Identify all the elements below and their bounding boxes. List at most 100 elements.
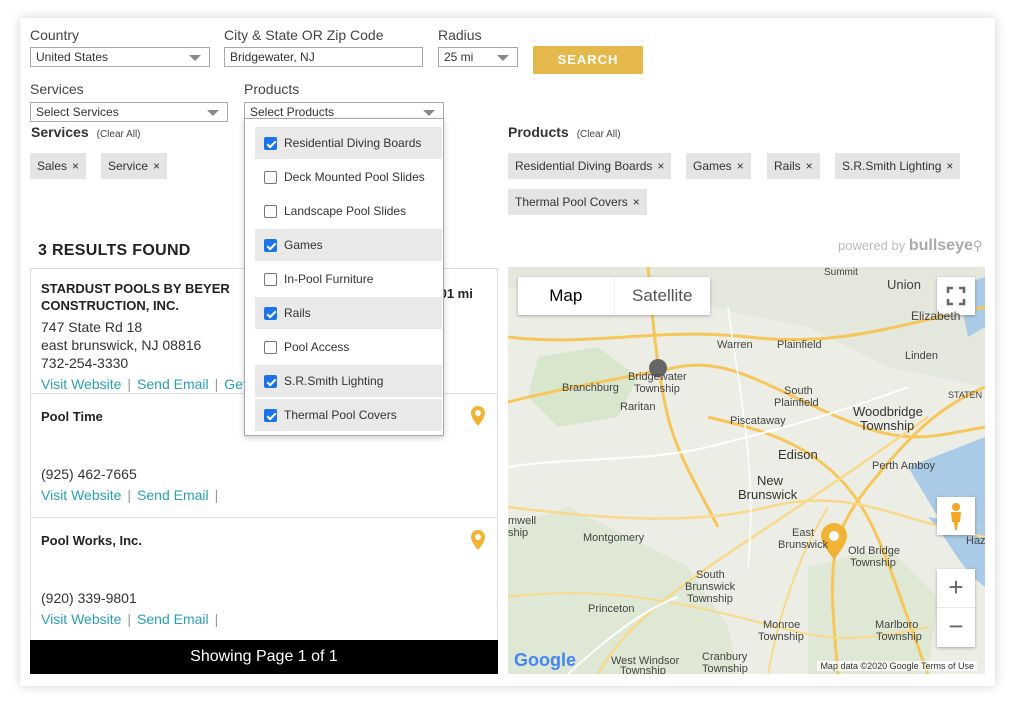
products-heading-text: Products <box>508 124 569 140</box>
visit-website-link[interactable]: Visit Website <box>41 487 121 503</box>
map-label: Hazl <box>966 535 985 547</box>
bullseye-logo: bullseye <box>908 237 973 254</box>
checkbox-checked[interactable] <box>264 307 277 320</box>
map-label: Plainfield <box>777 339 822 351</box>
send-email-link[interactable]: Send Email <box>137 611 209 627</box>
dropdown-option[interactable]: Rails <box>255 297 442 329</box>
chip-label: Thermal Pool Covers <box>515 195 628 209</box>
products-filter-heading: Products (Clear All) <box>508 124 621 140</box>
products-label: Products <box>244 81 300 97</box>
map-attribution[interactable]: Map data ©2020 Google Terms of Use <box>817 661 977 671</box>
checkbox-unchecked[interactable] <box>264 273 277 286</box>
phone: (925) 462-7665 <box>41 466 137 482</box>
map-label: Plainfield <box>774 397 819 409</box>
map-label: South <box>784 385 813 397</box>
send-email-link[interactable]: Send Email <box>137 487 209 503</box>
option-label: Games <box>284 238 323 252</box>
checkbox-checked[interactable] <box>264 409 277 422</box>
powered-by: powered by bullseye⚲ <box>838 237 982 255</box>
map-label: Raritan <box>620 401 656 413</box>
map-label: Summit <box>824 267 858 278</box>
map-label: New <box>757 473 784 488</box>
map-label: Township <box>850 557 896 569</box>
chevron-down-icon <box>207 110 219 116</box>
map-label: Brunswick <box>685 581 736 593</box>
location-name: STARDUST POOLS BY BEYER CONSTRUCTION, INC… <box>41 280 230 314</box>
visit-website-link[interactable]: Visit Website <box>41 611 121 627</box>
chip-thermal-pool-covers: Thermal Pool Covers × <box>508 189 647 215</box>
address-line-1: 747 State Rd 18 <box>41 319 143 335</box>
result-links: Visit Website | Send Email | <box>41 611 219 627</box>
map-pin-icon[interactable] <box>471 406 485 426</box>
map-pin-icon[interactable] <box>471 530 485 550</box>
services-heading-text: Services <box>31 124 89 140</box>
dropdown-option[interactable]: Thermal Pool Covers <box>255 399 442 431</box>
map-label: South <box>696 569 725 581</box>
checkbox-checked[interactable] <box>264 137 277 150</box>
google-logo: Google <box>514 650 576 671</box>
google-logo-text: Google <box>514 650 576 670</box>
services-clear-all[interactable]: (Clear All) <box>97 129 141 140</box>
checkbox-checked[interactable] <box>264 375 277 388</box>
map-label: Monroe <box>763 619 801 631</box>
map[interactable]: Map Satellite + − Union Elizabeth Summit… <box>508 267 985 674</box>
map-label: Brunswick <box>778 539 829 551</box>
zoom-out-button[interactable]: − <box>937 608 975 647</box>
dropdown-option[interactable]: Landscape Pool Slides <box>255 195 442 227</box>
map-label: Township <box>634 383 680 395</box>
street-view-button[interactable] <box>937 497 975 535</box>
search-button[interactable]: SEARCH <box>533 46 643 74</box>
city-input[interactable] <box>224 47 423 67</box>
remove-icon[interactable]: × <box>153 159 160 173</box>
remove-icon[interactable]: × <box>737 159 744 173</box>
list-item[interactable]: Pool Works, Inc. (920) 339-9801 Visit We… <box>31 518 497 642</box>
map-label: ship <box>508 527 529 539</box>
map-label: Township <box>687 593 733 605</box>
checkbox-checked[interactable] <box>264 239 277 252</box>
chip-srsmith-lighting: S.R.Smith Lighting × <box>835 153 961 179</box>
chevron-down-icon <box>423 110 435 116</box>
dropdown-option[interactable]: Deck Mounted Pool Slides <box>255 161 442 193</box>
radius-select[interactable]: 25 mi <box>438 47 518 67</box>
remove-icon[interactable]: × <box>806 159 813 173</box>
pagination-status: Showing Page 1 of 1 <box>30 640 498 674</box>
dropdown-option[interactable]: In-Pool Furniture <box>255 263 442 295</box>
map-label: Edison <box>778 447 818 462</box>
phone: 732-254-3330 <box>41 355 129 371</box>
option-label: Pool Access <box>284 340 350 354</box>
remove-icon[interactable]: × <box>72 159 79 173</box>
chip-rails: Rails × <box>767 153 820 179</box>
checkbox-unchecked[interactable] <box>264 205 277 218</box>
services-select[interactable]: Select Services <box>30 102 228 122</box>
radius-value: 25 mi <box>444 50 474 64</box>
remove-icon[interactable]: × <box>946 159 953 173</box>
remove-icon[interactable]: × <box>657 159 664 173</box>
dropdown-option[interactable]: Games <box>255 229 442 261</box>
map-type-satellite[interactable]: Satellite <box>615 277 711 315</box>
country-select[interactable]: United States <box>30 47 210 67</box>
visit-website-link[interactable]: Visit Website <box>41 376 121 392</box>
remove-icon[interactable]: × <box>633 195 640 209</box>
send-email-link[interactable]: Send Email <box>137 376 209 392</box>
products-clear-all[interactable]: (Clear All) <box>577 129 621 140</box>
checkbox-unchecked[interactable] <box>264 171 277 184</box>
dropdown-option[interactable]: Residential Diving Boards <box>255 127 442 159</box>
address-line-2: east brunswick, NJ 08816 <box>41 337 202 353</box>
checkbox-unchecked[interactable] <box>264 341 277 354</box>
dropdown-option[interactable]: Pool Access <box>255 331 442 363</box>
map-label: Bridgewater <box>628 371 687 383</box>
products-placeholder: Select Products <box>250 105 335 119</box>
map-label: Township <box>702 663 748 674</box>
map-label: mwell <box>508 515 537 527</box>
map-label: Township <box>860 418 915 433</box>
map-label: Township <box>620 665 666 674</box>
chevron-down-icon <box>497 55 509 61</box>
dropdown-option[interactable]: S.R.Smith Lighting <box>255 365 442 397</box>
chevron-down-icon <box>189 55 201 61</box>
location-name: Pool Time <box>41 409 103 424</box>
country-label: Country <box>30 27 80 43</box>
map-label: Montgomery <box>583 532 645 544</box>
map-type-map[interactable]: Map <box>518 277 615 315</box>
pegman-icon <box>951 503 961 530</box>
zoom-in-button[interactable]: + <box>937 569 975 608</box>
